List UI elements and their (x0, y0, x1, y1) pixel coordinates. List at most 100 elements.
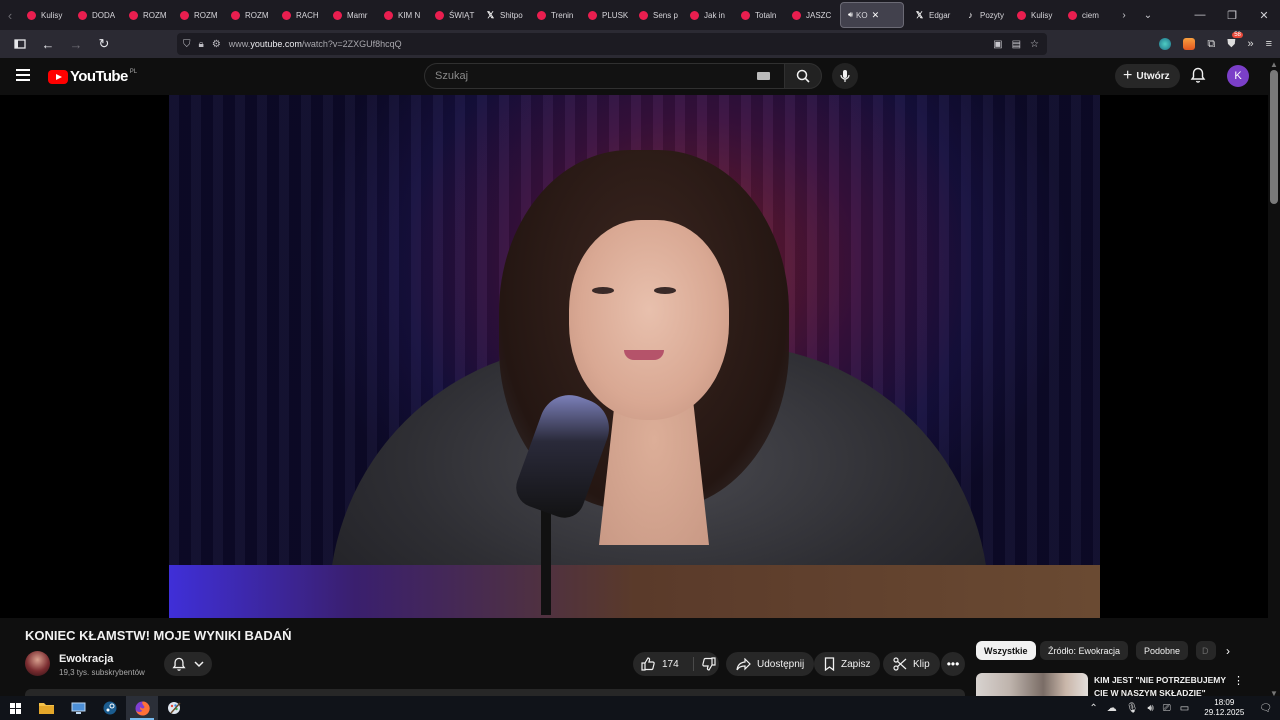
browser-tab[interactable]: 𝕏 Edgar (908, 2, 959, 28)
taskbar-this-pc[interactable] (62, 696, 94, 720)
reader-view-icon[interactable]: ▤ (1012, 39, 1021, 50)
scrollbar-thumb[interactable] (1270, 70, 1278, 204)
tab-scroll-left-icon[interactable]: ‹ (0, 0, 20, 30)
taskbar-app-misc[interactable] (158, 696, 190, 720)
youtube-icon (180, 10, 189, 20)
browser-tab[interactable]: Trenin (530, 2, 581, 28)
fox-extension-icon[interactable] (1183, 38, 1196, 50)
tab-label: Pozyty (980, 10, 1005, 20)
chip-scroll-right-icon[interactable]: › (1220, 642, 1236, 660)
reload-icon[interactable]: ↻ (92, 32, 116, 56)
shield-extension-icon[interactable] (1159, 38, 1172, 50)
browser-tab[interactable]: Sens p (632, 2, 683, 28)
taskbar-file-explorer[interactable] (30, 696, 62, 720)
system-clock[interactable]: 18:09 29.12.2025 (1198, 698, 1250, 718)
speaker-icon[interactable]: 🔊︎ (848, 10, 853, 20)
more-actions-button[interactable]: ••• (941, 652, 965, 676)
scroll-up-icon[interactable]: ▲ (1270, 60, 1278, 69)
app-menu-icon[interactable]: ≡ (1266, 38, 1272, 50)
network-icon[interactable]: ⎚ (1163, 703, 1171, 714)
youtube-masthead: YouTube PL + Utwórz K (0, 58, 1268, 95)
video-info: KONIEC KŁAMSTW! MOJE WYNIKI BADAŃ Ewokra… (0, 618, 1268, 700)
browser-tab[interactable]: ciem (1061, 2, 1112, 28)
browser-tab[interactable]: Jak in (683, 2, 734, 28)
browser-tab[interactable]: Totaln (734, 2, 785, 28)
browser-tab[interactable]: DODA (71, 2, 122, 28)
browser-tab[interactable]: Kulisy (20, 2, 71, 28)
dislike-button[interactable] (700, 652, 719, 676)
url-bar[interactable]: ⛉ 🔒︎ ⚙ www.youtube.com/watch?v=2ZXGUf8hc… (177, 33, 1047, 55)
tab-label: DODA (92, 10, 116, 20)
chip-source-channel[interactable]: Źródło: Ewokracja (1040, 641, 1129, 660)
channel-name[interactable]: Ewokracja (59, 653, 113, 665)
tracking-shield-icon[interactable]: ⛉ (183, 39, 191, 50)
tray-overflow-chevron-icon[interactable]: ⌃ (1089, 703, 1097, 714)
scissors-icon (893, 657, 907, 671)
browser-tab[interactable]: ROZM (122, 2, 173, 28)
tab-label: Trenin (551, 10, 574, 20)
browser-tab[interactable]: KIM N (377, 2, 428, 28)
taskbar-firefox[interactable] (126, 696, 158, 720)
overflow-chevrons-icon[interactable]: » (1247, 38, 1253, 50)
sidebar-toggle-icon[interactable] (8, 32, 32, 56)
minimize-icon[interactable]: — (1184, 0, 1216, 30)
like-button[interactable]: 174 (633, 652, 694, 676)
share-button[interactable]: Udostępnij (726, 652, 815, 676)
tab-list-chevron-icon[interactable]: ⌄ (1136, 10, 1160, 21)
taskbar-steam[interactable] (94, 696, 126, 720)
browser-tab[interactable]: ROZM (173, 2, 224, 28)
start-button[interactable] (0, 696, 30, 720)
picture-in-picture-icon[interactable]: ▣ (993, 39, 1002, 50)
microphone-tray-icon[interactable]: 🎙︎ (1126, 703, 1139, 714)
thumbs-down-icon (702, 657, 716, 671)
keyboard-icon[interactable] (757, 72, 770, 80)
browser-tab[interactable]: JASZC (785, 2, 836, 28)
channel-avatar[interactable] (25, 651, 50, 676)
video-frame[interactable] (169, 95, 1100, 618)
bookmark-star-icon[interactable]: ☆ (1030, 39, 1039, 50)
forward-icon[interactable]: → (64, 32, 88, 56)
browser-tab[interactable]: 🔊︎ KO ✕ (840, 2, 904, 28)
puzzle-extensions-icon[interactable]: ⧉ (1207, 38, 1215, 51)
chip-related[interactable]: Podobne (1136, 641, 1189, 660)
browser-tab[interactable]: ♪ Pozyty (959, 2, 1010, 28)
youtube-icon (1017, 10, 1026, 20)
subscription-notifications-button[interactable] (164, 652, 212, 676)
create-button[interactable]: + Utwórz (1115, 64, 1180, 88)
account-avatar[interactable]: K (1227, 65, 1249, 87)
guide-menu-icon[interactable] (16, 69, 30, 81)
notifications-bell-icon[interactable] (1190, 67, 1206, 89)
tab-scroll-right-icon[interactable]: › (1112, 10, 1136, 21)
clip-button[interactable]: Klip (883, 652, 940, 676)
back-icon[interactable]: ← (36, 32, 60, 56)
youtube-logo[interactable]: YouTube PL (48, 68, 137, 85)
browser-tab[interactable]: Mamr (326, 2, 377, 28)
close-window-icon[interactable]: ✕ (1248, 0, 1280, 30)
display-icon[interactable]: ▭ (1180, 703, 1189, 714)
page-scrollbar[interactable]: ▲ ▼ (1268, 58, 1280, 700)
volume-icon[interactable]: 🔊︎ (1147, 703, 1153, 714)
browser-tab[interactable]: Kulisy (1010, 2, 1061, 28)
chip-more[interactable]: D (1196, 641, 1216, 660)
ublock-extension-icon[interactable]: ⛊ 58 (1227, 31, 1243, 51)
restore-icon[interactable]: ❐ (1216, 0, 1248, 30)
video-player[interactable] (0, 95, 1268, 618)
browser-tab[interactable]: ROZM (224, 2, 275, 28)
notifications-center-icon[interactable]: 🗨︎ (1259, 703, 1272, 714)
youtube-play-icon (48, 69, 68, 84)
browser-tab[interactable]: PLUSK (581, 2, 632, 28)
search-input[interactable] (435, 70, 757, 82)
browser-tab[interactable]: ŚWIĄT (428, 2, 479, 28)
chip-all[interactable]: Wszystkie (976, 641, 1036, 660)
search-button[interactable] (784, 63, 822, 89)
url-text[interactable]: www.youtube.com/watch?v=2ZXGUf8hcqQ (229, 39, 402, 49)
save-button[interactable]: Zapisz (814, 652, 881, 676)
close-tab-icon[interactable]: ✕ (872, 10, 880, 21)
browser-tab[interactable]: RACH (275, 2, 326, 28)
permissions-icon[interactable]: ⚙ (212, 39, 221, 50)
voice-search-button[interactable] (832, 63, 858, 89)
browser-tab[interactable]: 𝕏 Shitpo (479, 2, 530, 28)
onedrive-cloud-icon[interactable]: ☁ (1107, 703, 1117, 714)
lock-icon[interactable]: 🔒︎ (199, 39, 204, 50)
recommendation-menu-icon[interactable]: ⋮ (1233, 674, 1244, 687)
